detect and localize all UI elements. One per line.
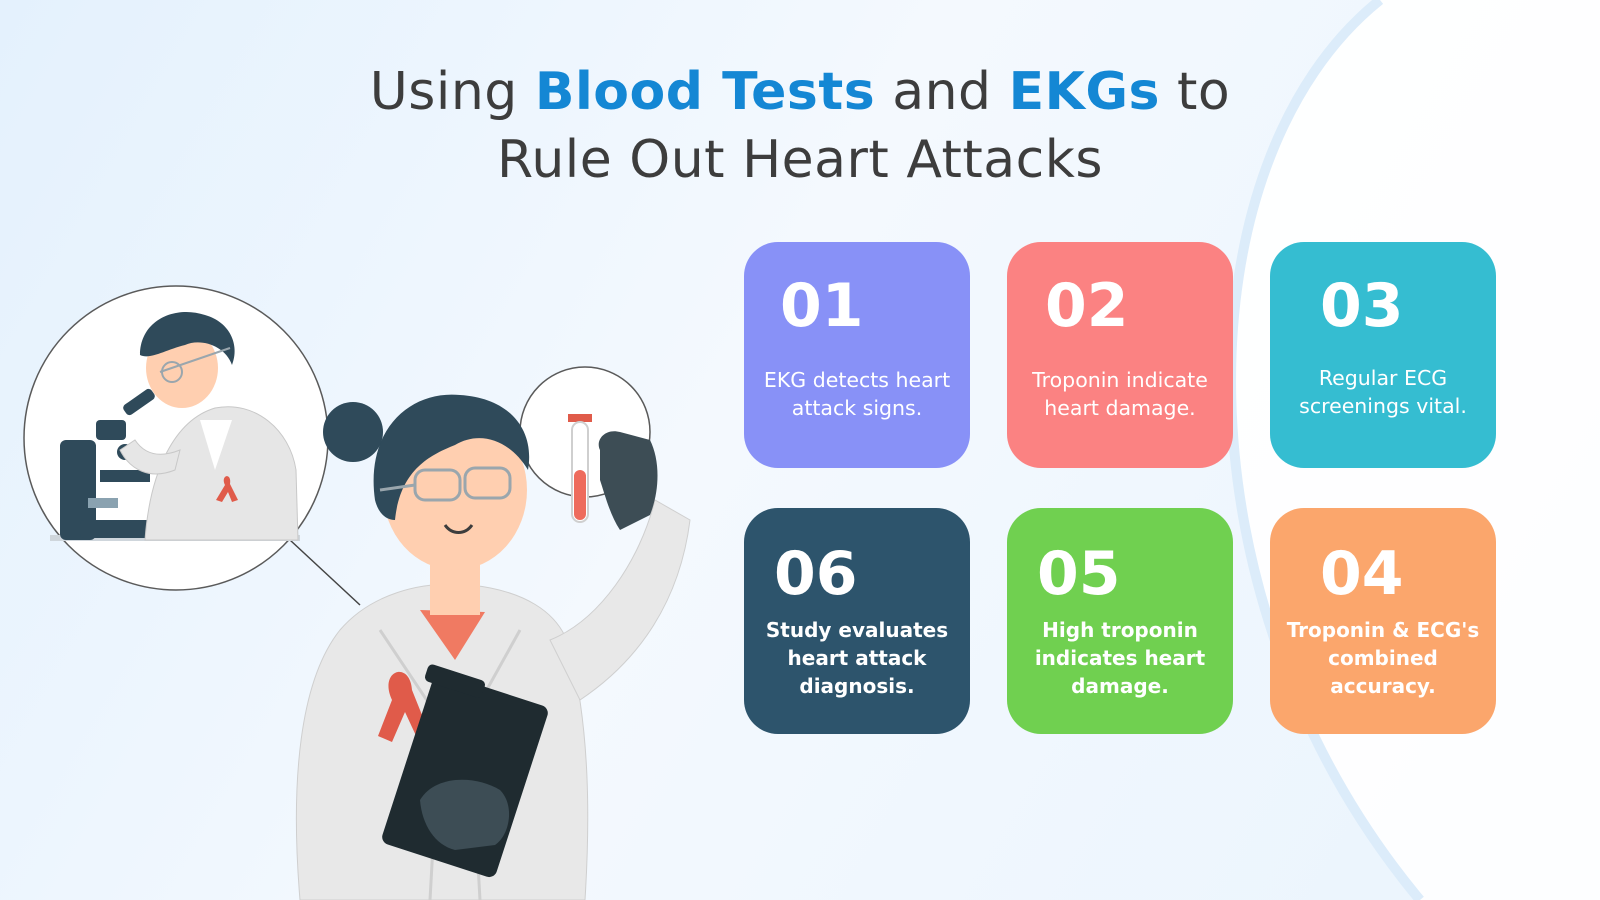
card-04: 04 Troponin & ECG's combined accuracy. [1270, 508, 1496, 734]
title-post: to [1160, 62, 1231, 122]
card-number: 02 [1045, 271, 1129, 341]
title-line-1: Using Blood Tests and EKGs to [0, 62, 1600, 122]
title-pre: Using [369, 62, 535, 122]
card-text: Regular ECG screenings vital. [1299, 366, 1467, 418]
card-03: 03 Regular ECG screenings vital. [1270, 242, 1496, 468]
card-05: 05 High troponin indicates heart damage. [1007, 508, 1233, 734]
card-number: 04 [1320, 539, 1404, 609]
card-text: Study evaluates heart attack diagnosis. [765, 618, 949, 698]
scientist-with-microscope-icon [23, 285, 329, 591]
card-number: 03 [1320, 271, 1404, 341]
card-06: 06 Study evaluates heart attack diagnosi… [744, 508, 970, 734]
title-mid: and [875, 62, 1009, 122]
card-text: Troponin & ECG's combined accuracy. [1286, 618, 1480, 698]
card-text: Troponin indicate heart damage. [1032, 368, 1208, 420]
card-number: 05 [1037, 539, 1121, 609]
card-01: 01 EKG detects heart attack signs. [744, 242, 970, 468]
title-highlight-ekgs: EKGs [1008, 62, 1161, 122]
card-number: 01 [780, 271, 864, 341]
card-text: EKG detects heart attack signs. [763, 368, 951, 420]
title-line-2: Rule Out Heart Attacks [497, 130, 1103, 190]
title-highlight-blood-tests: Blood Tests [534, 62, 876, 122]
card-number: 06 [774, 539, 858, 609]
card-02: 02 Troponin indicate heart damage. [1007, 242, 1233, 468]
card-text: High troponin indicates heart damage. [1034, 618, 1206, 698]
scientist-illustration [23, 285, 691, 900]
